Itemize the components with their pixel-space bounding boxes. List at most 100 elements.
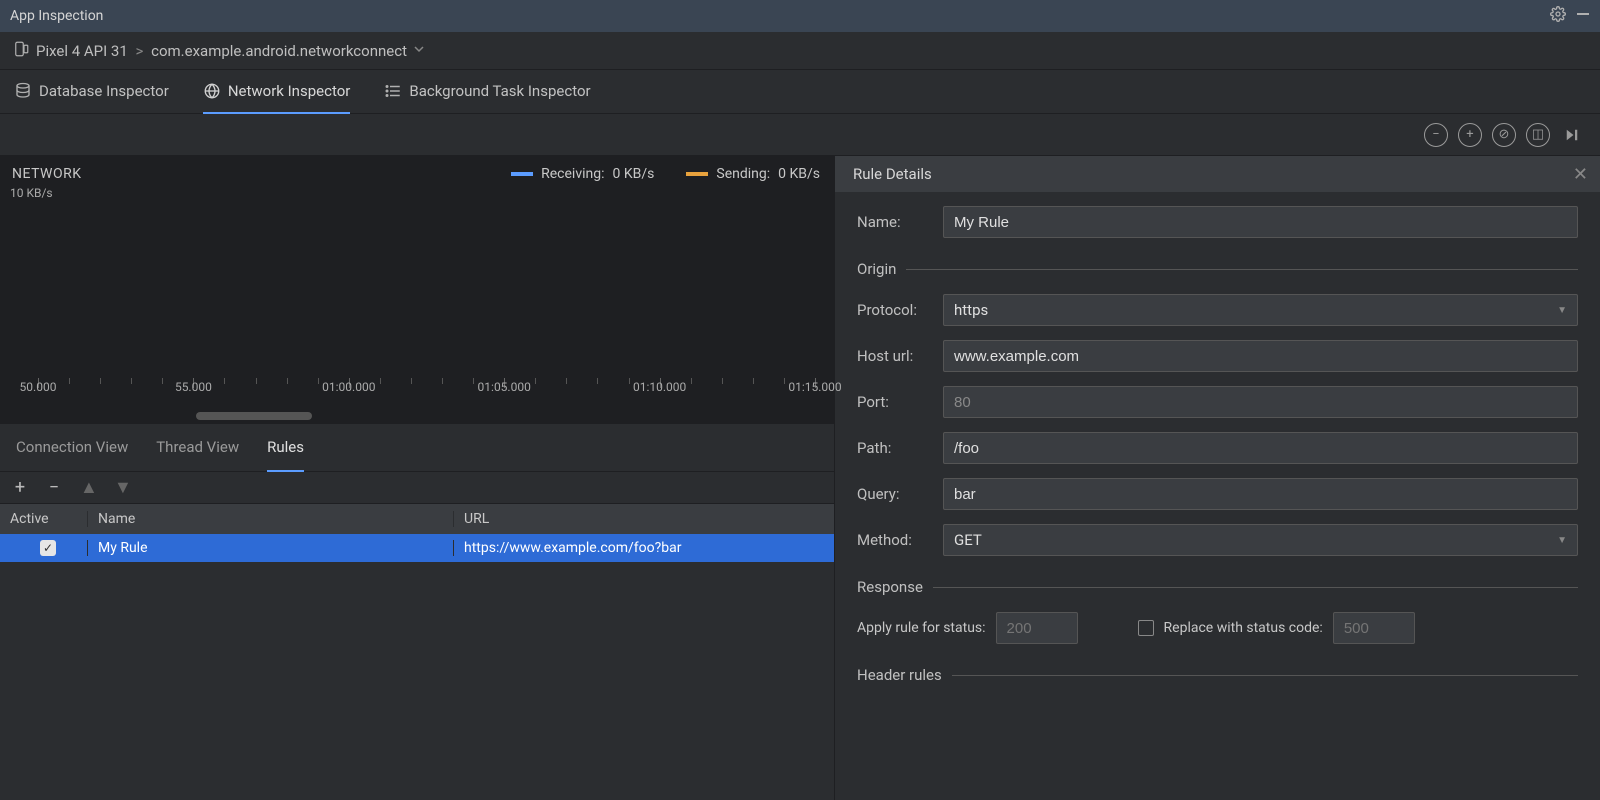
network-chart-panel: NETWORK Receiving: 0 KB/s Sending: 0 KB/… [0,156,834,424]
divider-line [906,269,1578,270]
go-to-live-icon[interactable] [1560,123,1584,147]
move-up-button[interactable]: ▲ [80,477,96,498]
timeline-tick-label: 01:05.000 [478,380,531,394]
legend-sending-value: 0 KB/s [778,166,820,182]
apply-status-label: Apply rule for status: [857,620,986,636]
sub-tab-rules[interactable]: Rules [267,424,304,472]
path-label: Path: [857,439,931,457]
breadcrumb-device: Pixel 4 API 31 [36,42,128,60]
name-label: Name: [857,213,931,231]
chevron-down-icon[interactable] [413,43,425,59]
legend-receiving: Receiving: 0 KB/s [511,166,654,182]
rule-details-pane: Rule Details ✕ Name: Origin Protocol: ht… [835,156,1600,800]
breadcrumb[interactable]: Pixel 4 API 31 > com.example.android.net… [36,42,407,60]
col-header-name[interactable]: Name [88,511,454,527]
host-label: Host url: [857,347,931,365]
remove-rule-button[interactable]: − [46,477,62,498]
main-area: NETWORK Receiving: 0 KB/s Sending: 0 KB/… [0,156,1600,800]
breadcrumb-separator: > [136,42,144,60]
network-chart-title: NETWORK [12,166,82,182]
timeline-tick-label: 01:10.000 [633,380,686,394]
protocol-label: Protocol: [857,301,931,319]
breadcrumb-app: com.example.android.networkconnect [151,42,407,60]
port-label: Port: [857,393,931,411]
timeline-tick-label: 50.000 [20,380,57,394]
chevron-down-icon: ▼ [1557,305,1567,316]
sub-tab-thread-view[interactable]: Thread View [156,424,239,472]
network-legend: Receiving: 0 KB/s Sending: 0 KB/s [511,166,820,182]
replace-status-label: Replace with status code: [1164,620,1323,636]
inspector-tabs: Database Inspector Network Inspector Bac… [0,70,1600,114]
response-section-title: Response [857,578,923,596]
panel-title: App Inspection [10,8,103,24]
timeline-axis[interactable]: 50.00055.00001:00.00001:05.00001:10.0000… [0,362,834,418]
legend-sending-label: Sending: [716,166,770,182]
cell-active: ✓ [0,540,88,556]
globe-icon [203,82,221,100]
header-rules-section-divider: Header rules [857,666,1578,684]
left-pane: NETWORK Receiving: 0 KB/s Sending: 0 KB/… [0,156,835,800]
tab-label: Network Inspector [228,82,351,100]
protocol-select[interactable]: https ▼ [943,294,1578,326]
close-icon[interactable]: ✕ [1573,164,1588,185]
sub-tab-connection-view[interactable]: Connection View [16,424,128,472]
method-select[interactable]: GET ▼ [943,524,1578,556]
name-input[interactable] [943,206,1578,238]
tab-database-inspector[interactable]: Database Inspector [14,70,169,114]
apply-status-input[interactable] [996,612,1078,644]
rules-table: Active Name URL ✓ My Rule https://www.ex… [0,504,834,800]
cell-name: My Rule [88,540,454,556]
controls-bar: − + ⊘ ◫ [0,114,1600,156]
table-row[interactable]: ✓ My Rule https://www.example.com/foo?ba… [0,534,834,562]
zoom-in-icon[interactable]: + [1458,123,1482,147]
timeline-tick-label: 01:00.000 [322,380,375,394]
rule-details-body: Name: Origin Protocol: https ▼ Host url:… [835,192,1600,800]
replace-status-input[interactable] [1333,612,1415,644]
chevron-down-icon: ▼ [1557,535,1567,546]
timeline-tick-label: 01:15.000 [788,380,841,394]
response-section-divider: Response [857,578,1578,596]
database-icon [14,82,32,100]
origin-section-divider: Origin [857,260,1578,278]
rule-details-title: Rule Details [853,165,932,183]
host-input[interactable] [943,340,1578,372]
divider-line [952,675,1578,676]
header-rules-section-title: Header rules [857,666,942,684]
method-label: Method: [857,531,931,549]
move-down-button[interactable]: ▼ [114,477,130,498]
rules-table-header: Active Name URL [0,504,834,534]
query-input[interactable] [943,478,1578,510]
sub-tabs: Connection View Thread View Rules [0,424,834,472]
gear-icon[interactable] [1550,6,1566,26]
cell-url: https://www.example.com/foo?bar [454,540,834,556]
col-header-active[interactable]: Active [0,511,88,527]
list-icon [384,82,402,100]
zoom-selection-icon[interactable]: ◫ [1526,123,1550,147]
legend-receiving-value: 0 KB/s [613,166,655,182]
active-checkbox[interactable]: ✓ [40,540,56,556]
rules-toolbar: + − ▲ ▼ [0,472,834,504]
tab-network-inspector[interactable]: Network Inspector [203,70,351,114]
tab-background-task-inspector[interactable]: Background Task Inspector [384,70,590,114]
breadcrumb-bar: Pixel 4 API 31 > com.example.android.net… [0,32,1600,70]
origin-section-title: Origin [857,260,896,278]
add-rule-button[interactable]: + [12,477,28,498]
path-input[interactable] [943,432,1578,464]
y-axis-label: 10 KB/s [0,186,834,200]
replace-status-checkbox[interactable] [1138,620,1154,636]
col-header-url[interactable]: URL [454,511,834,527]
port-input[interactable] [943,386,1578,418]
timeline-tick-label: 55.000 [175,380,212,394]
tab-label: Database Inspector [39,82,169,100]
rule-details-header: Rule Details ✕ [835,156,1600,192]
method-value: GET [954,531,982,549]
device-icon [12,40,30,62]
protocol-value: https [954,301,988,319]
timeline-scroll-thumb[interactable] [196,412,312,420]
legend-receiving-label: Receiving: [541,166,604,182]
zoom-out-icon[interactable]: − [1424,123,1448,147]
minimize-icon[interactable] [1576,7,1590,25]
reset-zoom-icon[interactable]: ⊘ [1492,123,1516,147]
legend-sending: Sending: 0 KB/s [686,166,820,182]
tab-label: Background Task Inspector [409,82,590,100]
